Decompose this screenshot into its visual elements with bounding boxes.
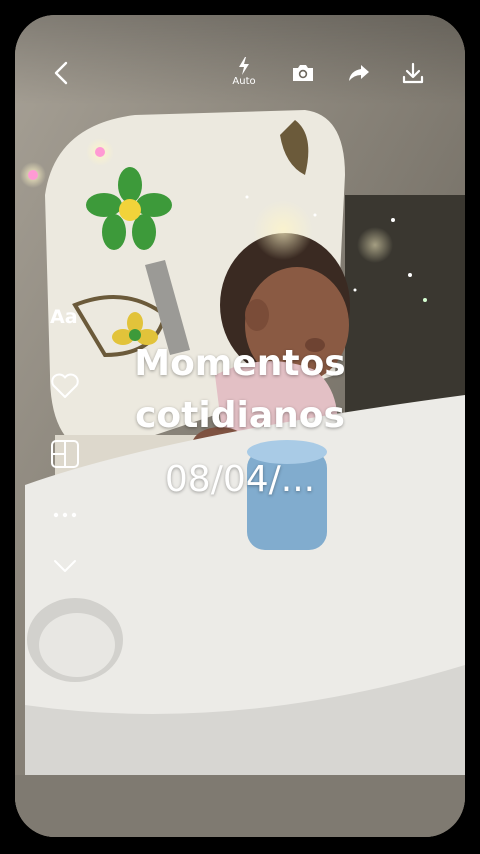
layout-grid-icon[interactable] [48,437,82,471]
flash-icon[interactable] [232,56,256,76]
story-title: Momentos cotidianos [134,343,346,436]
share-icon[interactable] [344,58,374,88]
story-date: 08/04/... [164,459,316,500]
heart-icon[interactable] [48,369,82,403]
more-dots-icon[interactable] [48,500,82,530]
download-icon[interactable] [398,58,428,88]
flash-mode-label: Auto [232,76,256,87]
camera-icon[interactable] [288,58,318,88]
chevron-down-icon[interactable] [48,551,82,581]
text-style-button[interactable]: Aa [50,306,78,328]
chevron-left-icon[interactable] [46,58,76,88]
